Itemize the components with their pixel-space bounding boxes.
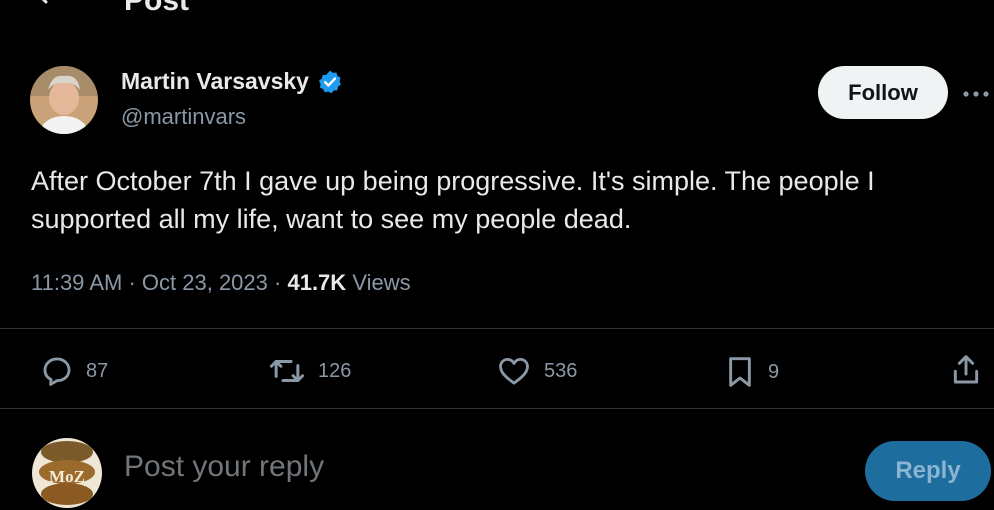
reply-action[interactable]: 87 [40, 354, 108, 388]
reply-input[interactable] [124, 450, 774, 484]
views-count: 41.7K [287, 270, 347, 295]
post-meta: 11:39 AM · Oct 23, 2023 · 41.7K Views [31, 270, 411, 296]
avatar-text: MoZ [49, 467, 85, 486]
verified-badge-icon [318, 70, 341, 93]
reply-icon [43, 357, 71, 386]
bookmark-count: 9 [768, 360, 780, 383]
views-label: Views [352, 270, 411, 295]
author-avatar[interactable] [30, 66, 98, 134]
post-text: After October 7th I gave up being progre… [31, 166, 875, 234]
arrow-left-icon[interactable] [30, 0, 70, 16]
post-time[interactable]: 11:39 AM [31, 270, 122, 295]
bookmark-icon [729, 357, 751, 387]
reply-button[interactable]: Reply [865, 441, 991, 501]
divider [0, 328, 994, 329]
user-avatar[interactable]: MoZ [32, 438, 102, 508]
heart-icon [499, 357, 529, 385]
author-handle[interactable]: @martinvars [121, 104, 246, 130]
divider [0, 408, 994, 409]
reply-count: 87 [86, 359, 109, 382]
share-action[interactable] [950, 352, 994, 388]
post-date[interactable]: Oct 23, 2023 [142, 270, 268, 295]
repost-icon [269, 360, 305, 382]
repost-count: 126 [318, 359, 352, 382]
share-icon [953, 355, 979, 384]
page-title: Post [124, 0, 190, 17]
follow-button[interactable]: Follow [818, 66, 948, 119]
more-options-icon[interactable] [962, 90, 994, 98]
repost-action[interactable]: 126 [268, 354, 351, 388]
meta-separator: · [274, 270, 282, 295]
meta-separator: · [128, 270, 136, 295]
bookmark-action[interactable]: 9 [724, 354, 779, 390]
author-display-name[interactable]: Martin Varsavsky [121, 68, 309, 95]
like-action[interactable]: 536 [496, 354, 577, 388]
like-count: 536 [544, 359, 578, 382]
author-name-row: Martin Varsavsky [121, 68, 343, 95]
